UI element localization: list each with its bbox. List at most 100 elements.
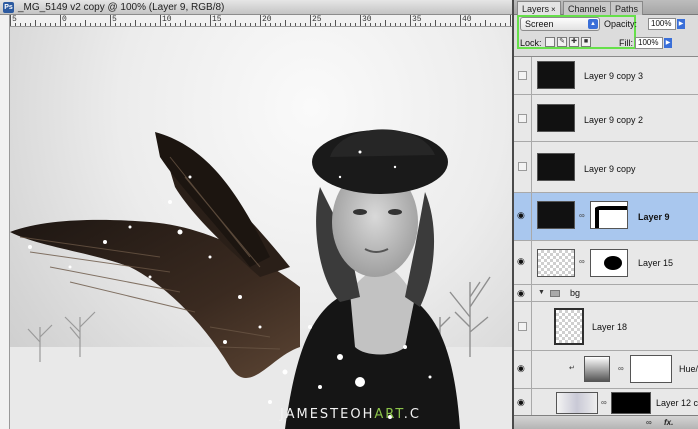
group-name: bg bbox=[570, 288, 581, 298]
layer-mask-thumbnail[interactable] bbox=[611, 392, 651, 414]
ruler-tick bbox=[150, 23, 151, 26]
ruler-tick bbox=[335, 20, 336, 26]
ruler-tick bbox=[325, 23, 326, 26]
layer-row-layer-15[interactable]: ◉ ∞ Layer 15 bbox=[514, 241, 698, 285]
watermark-text: JAMESTEOHART.C bbox=[280, 407, 421, 422]
link-icon[interactable]: ∞ bbox=[646, 418, 652, 427]
ruler-tick bbox=[260, 15, 261, 26]
panel-tabs: Layers × Channels Paths bbox=[514, 0, 698, 15]
visibility-toggle[interactable]: ◉ bbox=[514, 193, 532, 240]
tab-layers[interactable]: Layers × bbox=[517, 1, 561, 15]
chain-link-icon[interactable]: ∞ bbox=[579, 211, 585, 220]
eye-icon: ◉ bbox=[517, 288, 525, 298]
vertical-ruler[interactable] bbox=[0, 15, 10, 429]
opacity-slider-arrow-icon[interactable]: ▶ bbox=[677, 19, 685, 29]
visibility-toggle[interactable]: ◉ bbox=[514, 389, 532, 416]
layer-row-layer-9[interactable]: ◉ ∞ Layer 9 bbox=[514, 193, 698, 241]
lock-all-icon[interactable]: ■ bbox=[581, 37, 591, 47]
tab-channels[interactable]: Channels bbox=[563, 1, 612, 15]
layer-thumbnail bbox=[537, 104, 575, 132]
ruler-tick bbox=[130, 23, 131, 26]
layer-row-layer-9-copy-2[interactable]: Layer 9 copy 2 bbox=[514, 95, 698, 142]
image-canvas[interactable]: JAMESTEOHART.C bbox=[10, 27, 512, 429]
ruler-tick bbox=[250, 23, 251, 26]
ruler-label: 5 bbox=[12, 15, 17, 24]
visibility-toggle[interactable] bbox=[514, 302, 532, 350]
visibility-toggle[interactable]: ◉ bbox=[514, 241, 532, 284]
lock-transparent-icon[interactable] bbox=[545, 37, 555, 47]
ruler-tick bbox=[390, 23, 391, 26]
ruler-tick bbox=[135, 20, 136, 26]
ruler-tick bbox=[395, 23, 396, 26]
ruler-tick bbox=[185, 20, 186, 26]
fill-slider-arrow-icon[interactable]: ▶ bbox=[664, 38, 672, 48]
layer-row-layer-12-copy[interactable]: ◉ ∞ Layer 12 c bbox=[514, 389, 698, 417]
ruler-tick bbox=[475, 23, 476, 26]
ruler-tick bbox=[235, 20, 236, 26]
visibility-toggle[interactable] bbox=[514, 142, 532, 192]
ruler-tick bbox=[430, 23, 431, 26]
ruler-label: 40 bbox=[462, 15, 472, 24]
layer-thumbnail bbox=[556, 392, 598, 414]
layer-row-layer-9-copy-3[interactable]: Layer 9 copy 3 bbox=[514, 57, 698, 95]
chain-link-icon[interactable]: ∞ bbox=[618, 364, 624, 373]
ruler-tick bbox=[425, 23, 426, 26]
chain-link-icon[interactable]: ∞ bbox=[579, 257, 585, 266]
visibility-toggle[interactable]: ◉ bbox=[514, 285, 532, 301]
layer-row-layer-9-copy[interactable]: Layer 9 copy bbox=[514, 142, 698, 193]
document-title: _MG_5149 v2 copy @ 100% (Layer 9, RGB/8) bbox=[18, 2, 225, 13]
folder-icon bbox=[550, 290, 560, 297]
mask-shape bbox=[604, 256, 622, 270]
ruler-tick bbox=[340, 23, 341, 26]
photoshop-workspace: Ps _MG_5149 v2 copy @ 100% (Layer 9, RGB… bbox=[0, 0, 698, 429]
tab-paths[interactable]: Paths bbox=[610, 1, 644, 15]
ruler-tick bbox=[310, 15, 311, 26]
close-tab-icon[interactable]: × bbox=[551, 5, 556, 14]
layer-name: Layer 9 copy 3 bbox=[584, 71, 644, 81]
layer-thumbnail bbox=[537, 201, 575, 229]
layer-name: Hue/S bbox=[679, 364, 698, 374]
ruler-tick bbox=[510, 15, 511, 26]
ruler-tick bbox=[225, 23, 226, 26]
ruler-tick bbox=[285, 20, 286, 26]
ruler-tick bbox=[355, 23, 356, 26]
lock-image-icon[interactable]: ✎ bbox=[557, 37, 567, 47]
chain-link-icon[interactable]: ∞ bbox=[601, 398, 607, 407]
lock-position-icon[interactable]: ✚ bbox=[569, 37, 579, 47]
opacity-input[interactable]: 100% bbox=[648, 18, 676, 30]
ruler-tick bbox=[20, 23, 21, 26]
layer-mask-thumbnail[interactable] bbox=[630, 355, 672, 383]
ruler-tick bbox=[240, 23, 241, 26]
ruler-tick bbox=[410, 15, 411, 26]
visibility-off-box bbox=[518, 162, 527, 171]
ruler-tick bbox=[490, 23, 491, 26]
layer-mask-thumbnail[interactable] bbox=[590, 201, 628, 229]
clipping-arrow-icon: ↵ bbox=[569, 365, 575, 372]
ruler-tick bbox=[175, 23, 176, 26]
layer-mask-thumbnail[interactable] bbox=[590, 249, 628, 277]
visibility-off-box bbox=[518, 322, 527, 331]
ruler-label: 0 bbox=[62, 15, 67, 24]
ruler-tick bbox=[440, 23, 441, 26]
ruler-tick bbox=[385, 20, 386, 26]
ruler-tick bbox=[255, 23, 256, 26]
collapse-triangle-icon[interactable]: ▼ bbox=[538, 289, 545, 296]
ruler-tick bbox=[300, 23, 301, 26]
document-title-bar[interactable]: Ps _MG_5149 v2 copy @ 100% (Layer 9, RGB… bbox=[0, 0, 512, 15]
fill-input[interactable]: 100% bbox=[635, 37, 663, 49]
layer-row-layer-18[interactable]: Layer 18 bbox=[514, 302, 698, 351]
visibility-toggle[interactable] bbox=[514, 57, 532, 94]
ruler-tick bbox=[485, 20, 486, 26]
ruler-tick bbox=[245, 23, 246, 26]
layer-group-bg[interactable]: ◉ ▼ bg bbox=[514, 285, 698, 302]
ruler-tick bbox=[155, 23, 156, 26]
visibility-toggle[interactable]: ◉ bbox=[514, 351, 532, 388]
layer-row-hue-saturation[interactable]: ◉ ↵ ∞ Hue/S bbox=[514, 351, 698, 389]
layer-options: Screen ▲ Opacity: 100% ▶ Lock: ✎ ✚ ■ Fil… bbox=[514, 15, 698, 57]
visibility-toggle[interactable] bbox=[514, 95, 532, 141]
ruler-tick bbox=[305, 23, 306, 26]
ruler-tick bbox=[100, 23, 101, 26]
ruler-tick bbox=[230, 23, 231, 26]
fx-icon[interactable]: fx. bbox=[664, 418, 673, 427]
horizontal-ruler[interactable]: 5 0 5 10 15 20 25 30 35 40 bbox=[10, 15, 512, 27]
